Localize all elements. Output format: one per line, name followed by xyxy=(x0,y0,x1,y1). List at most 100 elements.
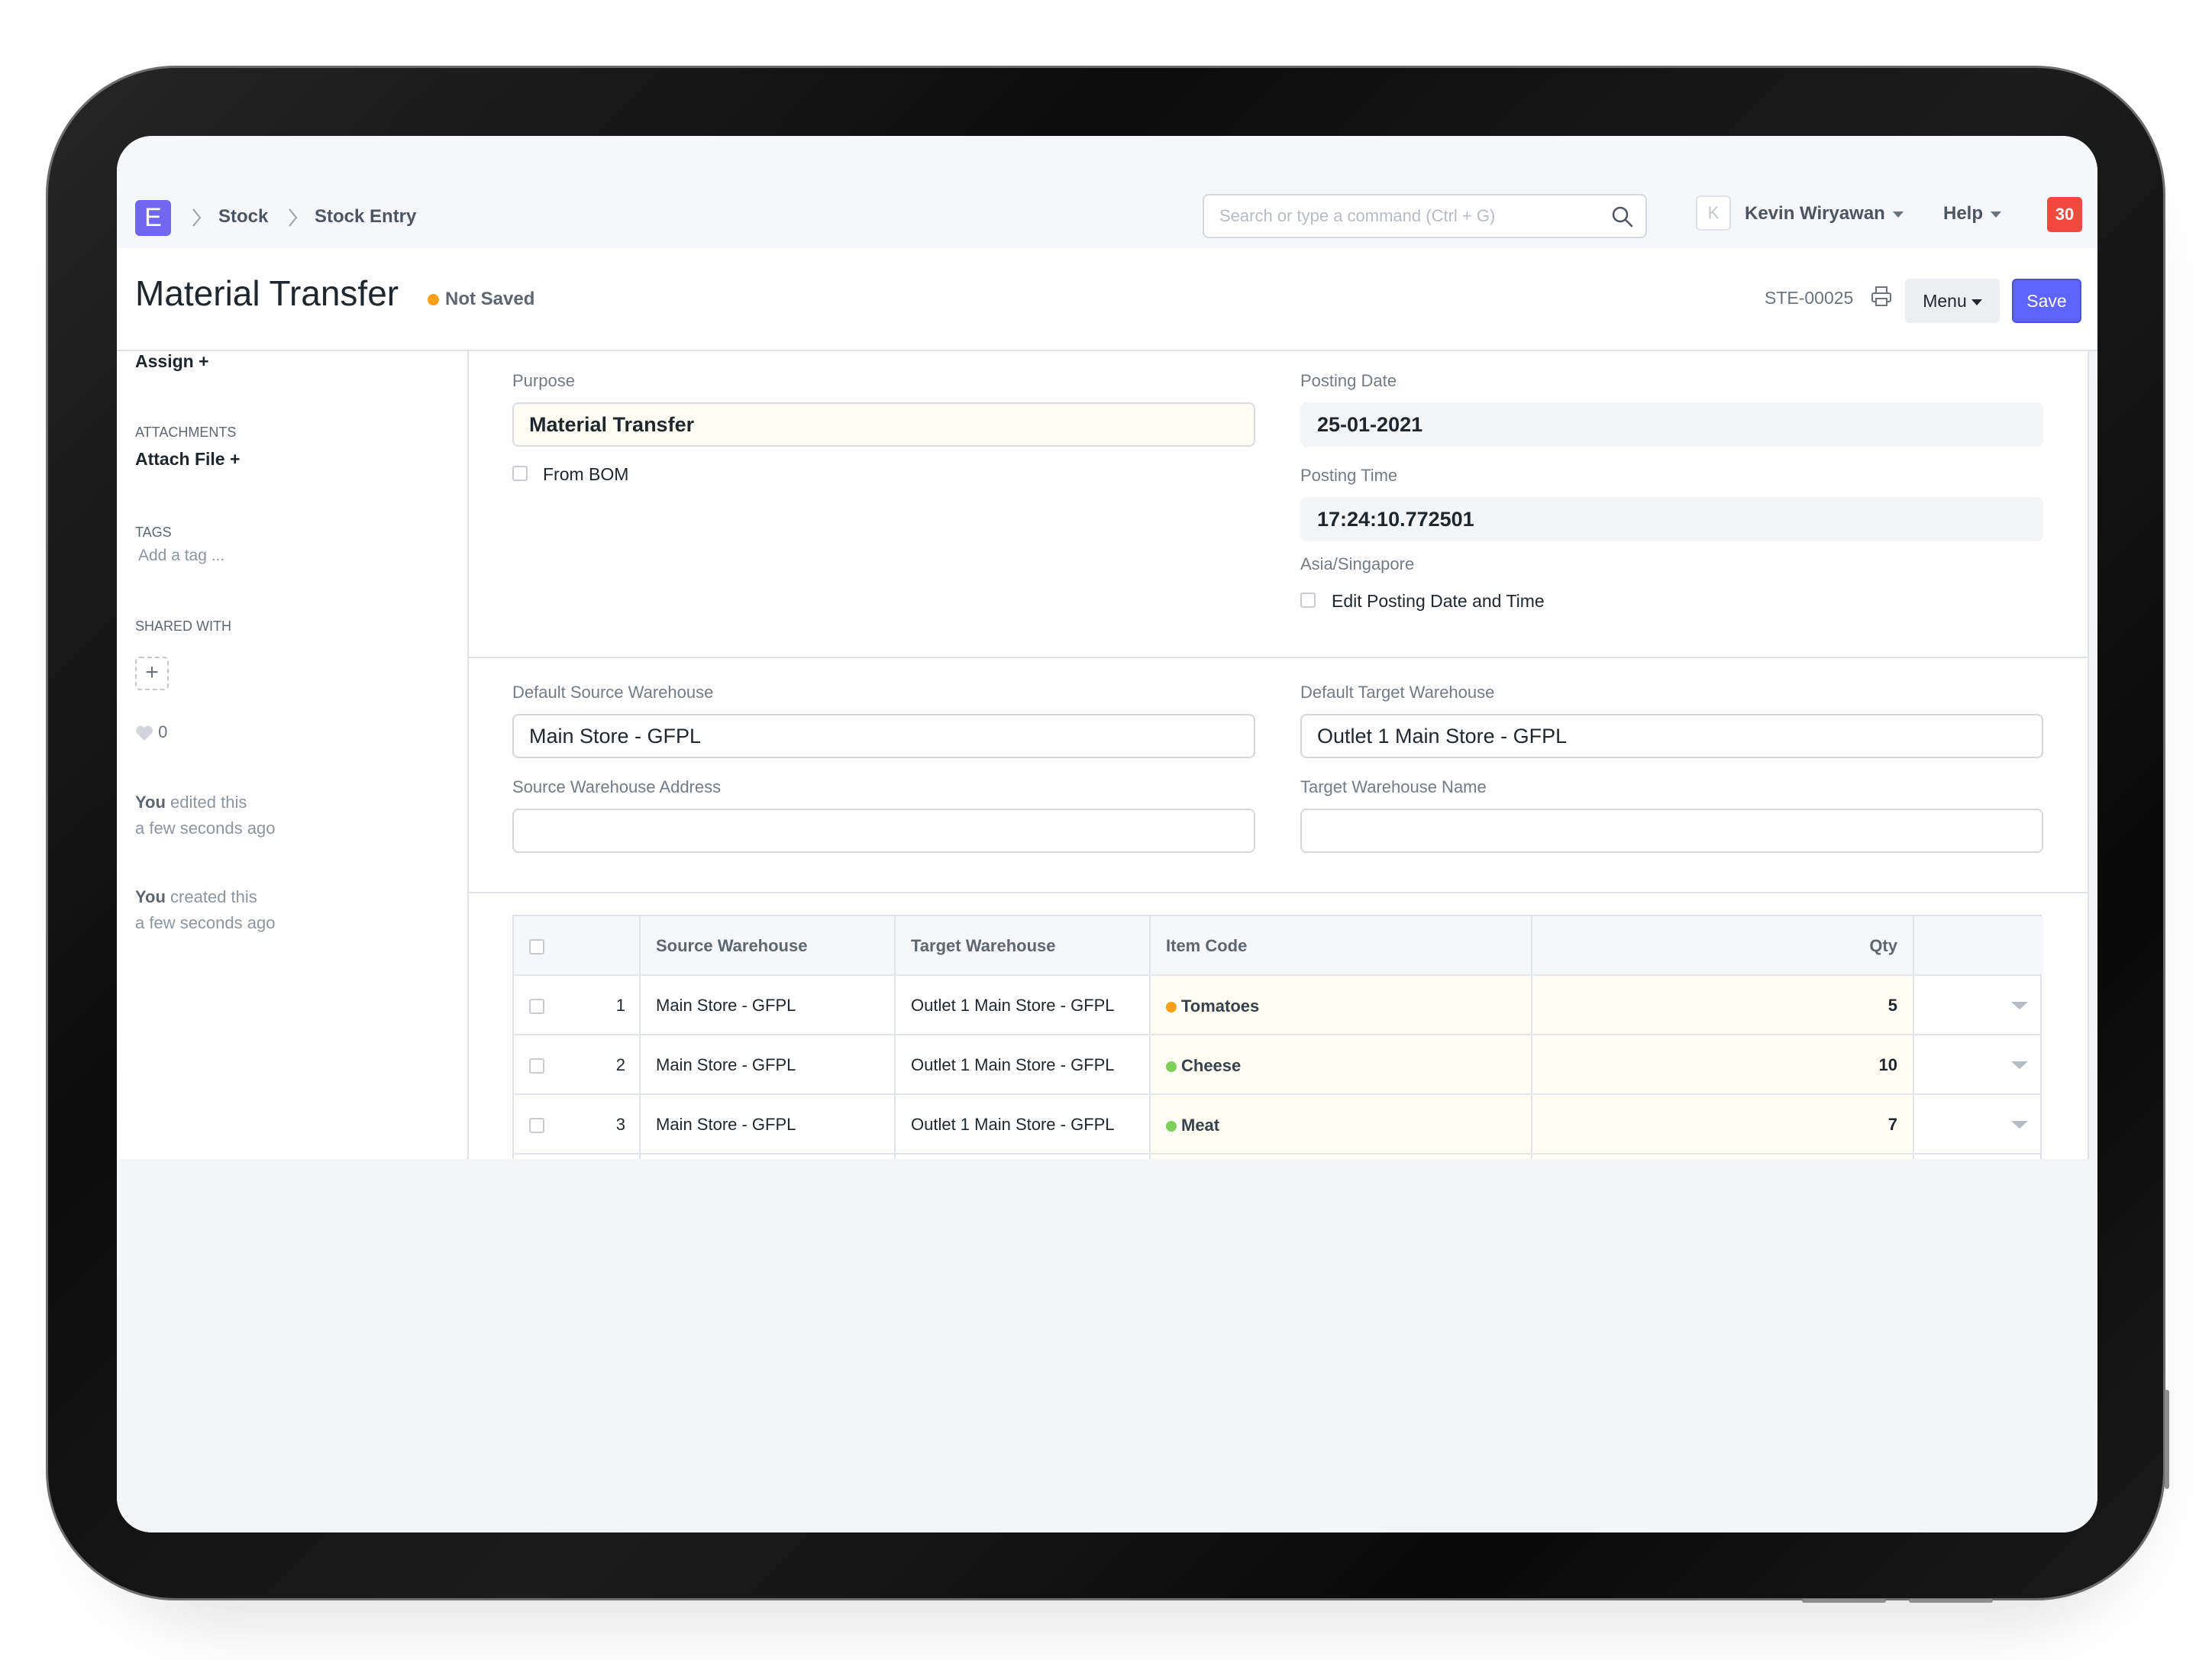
select-all-checkbox[interactable] xyxy=(529,939,544,954)
source-warehouse-cell[interactable]: Main Store - GFPL xyxy=(641,976,896,1034)
attach-file-button[interactable]: Attach File + xyxy=(135,449,240,470)
status-dot xyxy=(428,294,439,306)
breadcrumb-stock[interactable]: Stock xyxy=(218,202,268,232)
table-row[interactable]: 2 Main Store - GFPL Outlet 1 Main Store … xyxy=(514,1035,2040,1095)
attachments-heading: ATTACHMENTS xyxy=(135,425,237,440)
search-input[interactable]: Search or type a command (Ctrl + G) xyxy=(1203,194,1647,238)
source-warehouse-value: Main Store - GFPL xyxy=(656,996,796,1015)
target-warehouse-cell[interactable]: Outlet 1 Main Store - GFPL xyxy=(896,1095,1151,1153)
print-icon[interactable] xyxy=(1870,285,1893,308)
menu-button[interactable]: Menu xyxy=(1905,279,2000,323)
activity-action: edited this xyxy=(170,793,247,812)
notification-badge[interactable]: 30 xyxy=(2047,197,2082,232)
search-placeholder: Search or type a command (Ctrl + G) xyxy=(1219,206,1496,225)
breadcrumb-chevron-icon xyxy=(289,208,298,227)
target-warehouse-value: Outlet 1 Main Store - GFPL xyxy=(911,1055,1115,1074)
row-checkbox[interactable] xyxy=(529,1058,544,1074)
search-icon xyxy=(1612,206,1633,228)
edit-posting-checkbox[interactable] xyxy=(1300,593,1316,608)
item-code-cell[interactable]: Cheese xyxy=(1151,1035,1532,1093)
qty-cell[interactable]: 7 xyxy=(1532,1095,1914,1153)
chevron-down-icon xyxy=(1991,211,2002,218)
item-code-cell[interactable]: Tomatoes xyxy=(1151,976,1532,1034)
table-row[interactable]: 1 Main Store - GFPL Outlet 1 Main Store … xyxy=(514,976,2040,1035)
chevron-down-icon[interactable] xyxy=(2011,1002,2028,1009)
plus-icon: + xyxy=(229,449,241,469)
status-indicator: Not Saved xyxy=(428,289,534,310)
avatar[interactable]: K xyxy=(1696,195,1731,231)
default-source-label: Default Source Warehouse xyxy=(512,683,714,702)
row-actions-cell xyxy=(1914,1095,2043,1153)
activity-action: created this xyxy=(170,887,257,906)
user-menu[interactable]: Kevin Wiryawan xyxy=(1745,203,1904,224)
app-logo[interactable]: E xyxy=(135,200,171,236)
assign-button[interactable]: Assign + xyxy=(135,351,209,372)
source-warehouse-cell[interactable]: Main Store - GFPL xyxy=(641,1095,896,1153)
assign-label: Assign xyxy=(135,351,194,371)
item-code-value: Cheese xyxy=(1166,1056,1241,1076)
default-source-field[interactable]: Main Store - GFPL xyxy=(512,714,1255,758)
posting-date-field[interactable]: 25-01-2021 xyxy=(1300,402,2043,447)
menu-label: Menu xyxy=(1923,291,1967,311)
row-index: 1 xyxy=(615,996,625,1015)
target-warehouse-cell[interactable]: Outlet 1 Main Store - GFPL xyxy=(896,1035,1151,1093)
activity-actor: You xyxy=(135,887,166,906)
row-checkbox[interactable] xyxy=(529,1118,544,1133)
posting-time-label: Posting Time xyxy=(1300,466,1398,485)
form-sidebar: Assign + ATTACHMENTS Attach File + TAGS … xyxy=(117,351,467,1159)
target-warehouse-cell[interactable]: Outlet 1 Main Store - GFPL xyxy=(896,976,1151,1034)
save-button[interactable]: Save xyxy=(2012,279,2081,323)
source-address-field[interactable] xyxy=(512,809,1255,853)
item-status-dot xyxy=(1166,1121,1177,1132)
section-divider xyxy=(469,892,2088,893)
chevron-down-icon xyxy=(1971,299,1982,305)
breadcrumb-chevron-icon xyxy=(192,208,202,227)
attach-file-label: Attach File xyxy=(135,449,225,469)
posting-time-field[interactable]: 17:24:10.772501 xyxy=(1300,497,2043,541)
from-bom-checkbox[interactable] xyxy=(512,466,528,481)
row-checkbox[interactable] xyxy=(529,999,544,1014)
source-warehouse-cell[interactable]: Main Store - GFPL xyxy=(641,1035,896,1093)
default-target-label: Default Target Warehouse xyxy=(1300,683,1495,702)
chevron-down-icon xyxy=(1892,211,1904,218)
qty-value: 7 xyxy=(1887,1115,1897,1134)
row-index-cell: 3 xyxy=(514,1095,641,1153)
source-warehouse-value: Main Store - GFPL xyxy=(656,1055,796,1074)
tablet-side-button xyxy=(2165,1390,2169,1489)
screen: E Stock Stock Entry Search or type a com… xyxy=(117,136,2097,1532)
item-status-dot xyxy=(1166,1061,1177,1073)
column-actions xyxy=(1914,916,2043,974)
purpose-label: Purpose xyxy=(512,371,575,390)
target-name-label: Target Warehouse Name xyxy=(1300,777,1487,796)
column-header[interactable]: Item Code xyxy=(1151,916,1532,974)
column-header[interactable]: Source Warehouse xyxy=(641,916,896,974)
shared-with-heading: SHARED WITH xyxy=(135,618,231,634)
qty-cell[interactable]: 10 xyxy=(1532,1035,1914,1093)
like-button[interactable]: 0 xyxy=(135,722,167,742)
target-name-field[interactable] xyxy=(1300,809,2043,853)
qty-value: 5 xyxy=(1887,996,1897,1015)
navbar: E Stock Stock Entry Search or type a com… xyxy=(117,136,2097,249)
items-table: Source Warehouse Target Warehouse Item C… xyxy=(512,915,2043,1177)
item-code-text: Cheese xyxy=(1181,1056,1242,1075)
chevron-down-icon[interactable] xyxy=(2011,1121,2028,1129)
column-item-code: Item Code xyxy=(1166,936,1248,955)
add-tag-input[interactable]: Add a tag ... xyxy=(138,547,224,565)
column-header[interactable]: Qty xyxy=(1532,916,1914,974)
default-target-field[interactable]: Outlet 1 Main Store - GFPL xyxy=(1300,714,2043,758)
document-name: STE-00025 xyxy=(1765,288,1854,308)
chevron-down-icon[interactable] xyxy=(2011,1061,2028,1069)
column-header[interactable]: Target Warehouse xyxy=(896,916,1151,974)
purpose-select[interactable]: Material Transfer xyxy=(512,402,1255,447)
select-all-cell xyxy=(514,916,641,974)
row-index: 3 xyxy=(615,1115,625,1134)
column-qty: Qty xyxy=(1869,936,1897,955)
help-menu[interactable]: Help xyxy=(1943,203,2002,224)
qty-cell[interactable]: 5 xyxy=(1532,976,1914,1034)
item-code-value: Tomatoes xyxy=(1166,996,1259,1016)
plus-icon: + xyxy=(199,351,209,371)
add-share-button[interactable]: + xyxy=(135,657,169,690)
breadcrumb-stock-entry[interactable]: Stock Entry xyxy=(315,202,416,232)
item-code-cell[interactable]: Meat xyxy=(1151,1095,1532,1153)
table-row[interactable]: 3 Main Store - GFPL Outlet 1 Main Store … xyxy=(514,1095,2040,1155)
